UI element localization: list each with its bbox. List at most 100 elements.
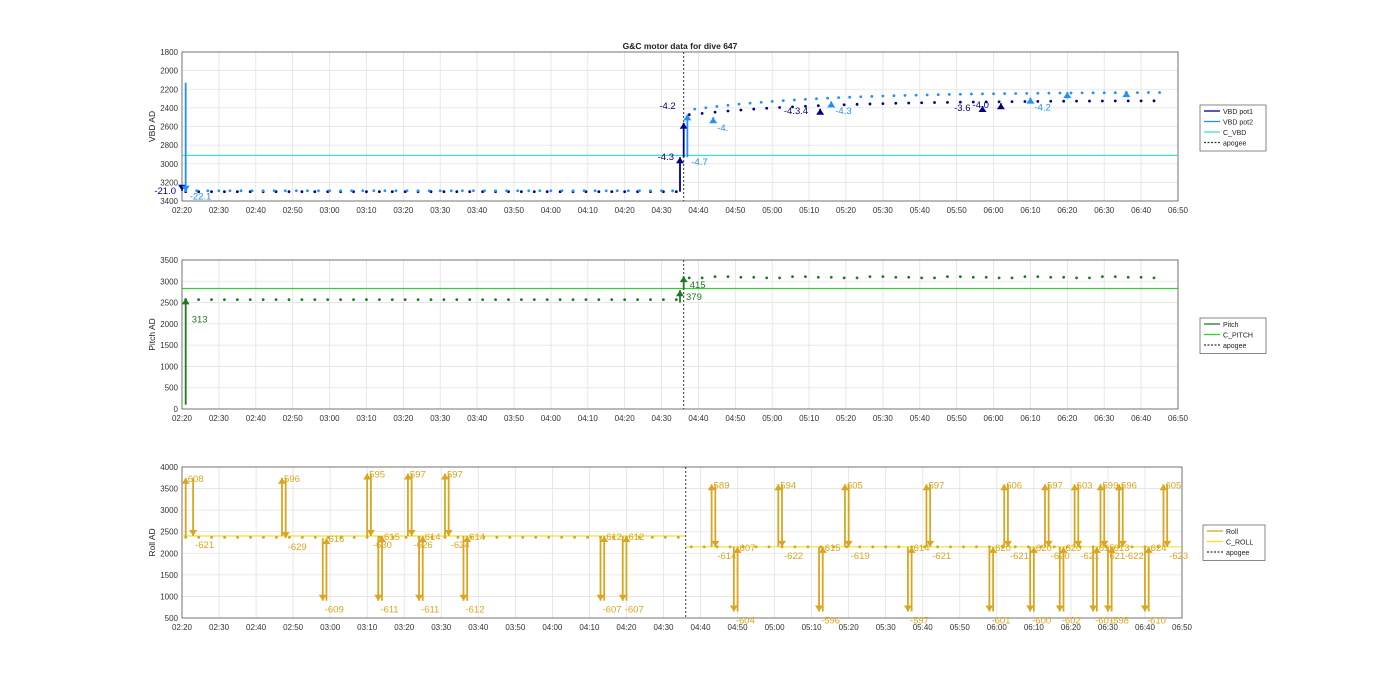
vbd-data-point [372,189,376,193]
vbd-data-point [837,96,841,100]
pitch-data-point [313,298,317,301]
roll-x-tick-label: 04:10 [579,623,600,632]
vbd-x-tick-label: 06:10 [1020,206,1041,215]
pitch-data-point [326,298,330,301]
vbd-y-tick-label: 2200 [160,85,178,94]
pitch-data-point [674,298,678,301]
roll-y-tick-label: 2500 [160,528,178,537]
vbd-data-point [582,189,586,193]
roll-data-point [897,545,901,549]
vbd-move-label: -4.2 [1034,102,1050,113]
pitch-x-tick-label: 06:40 [1131,414,1152,423]
roll-move-label: -622 [784,551,803,562]
vbd-data-point [328,189,331,193]
roll-x-tick-label: 04:20 [616,623,637,632]
vbd-legend-label: VBD pot2 [1223,120,1253,127]
vbd-data-point [1080,91,1084,95]
vbd-data-point [377,190,381,194]
pitch-legend-label: C_PITCH [1223,333,1253,340]
vbd-data-point [416,189,420,193]
vbd-data-point [855,102,859,106]
vbd-data-point [1100,99,1104,103]
roll-data-point [1130,545,1134,549]
roll-data-point [858,545,862,549]
pitch-data-point [1010,276,1014,280]
pitch-data-point [300,298,304,301]
vbd-x-tick-label: 03:30 [430,206,451,215]
vbd-data-point [1014,92,1018,95]
vbd-data-point [765,106,769,110]
pitch-data-point [894,275,898,279]
vbd-data-point [792,98,796,102]
pitch-data-point [1075,276,1078,280]
roll-legend-label: Roll [1226,529,1239,536]
pitch-x-tick-label: 03:30 [430,414,451,423]
vbd-data-point [1088,99,1091,103]
vbd-data-point [726,109,730,113]
vbd-data-point [1102,91,1106,95]
pitch-legend-label: Pitch [1223,322,1239,329]
pitch-x-tick-label: 03:00 [320,414,341,423]
pitch-x-tick-label: 03:40 [467,414,488,423]
roll-move-label: 607 [740,543,756,554]
pitch-x-tick-label: 03:50 [504,414,525,423]
pitch-x-tick-label: 04:00 [541,414,562,423]
vbd-data-point [394,189,398,193]
roll-move-label: -623 [1169,551,1188,562]
roll-y-tick-label: 500 [165,614,179,623]
roll-data-point [521,535,525,539]
vbd-data-point [907,101,911,105]
vbd-data-point [1139,99,1143,103]
vbd-x-tick-label: 02:20 [172,206,193,215]
pitch-move-label: 313 [192,314,208,325]
pitch-x-tick-label: 04:50 [725,414,746,423]
vbd-data-point [455,190,459,194]
vbd-data-point [713,110,717,114]
vbd-x-tick-label: 04:40 [688,206,709,215]
vbd-x-tick-label: 02:40 [246,206,267,215]
vbd-x-tick-label: 02:50 [283,206,304,215]
roll-data-point [184,535,188,539]
roll-data-point [404,535,408,539]
roll-move-label: -609 [325,605,344,616]
vbd-x-tick-label: 05:20 [836,206,857,215]
vbd-data-point [383,189,387,193]
pitch-y-axis-label: Pitch AD [147,318,157,351]
pitch-data-point [920,276,924,280]
pitch-data-point [610,298,614,301]
vbd-data-point [593,189,597,193]
vbd-data-point [726,103,730,107]
vbd-x-tick-label: 03:10 [356,206,377,215]
vbd-x-tick-label: 04:30 [652,206,673,215]
roll-move-label: -600 [1032,616,1051,627]
vbd-data-point [903,93,907,97]
vbd-data-point [870,94,874,98]
roll-x-tick-label: 02:30 [209,623,230,632]
roll-x-tick-label: 02:50 [283,623,304,632]
roll-move-label: 612 [628,532,644,543]
roll-x-tick-label: 03:10 [357,623,378,632]
pitch-data-point [261,298,265,301]
vbd-data-point [306,189,309,193]
roll-y-tick-label: 1000 [160,592,178,601]
vbd-data-point [217,189,221,193]
pitch-data-point [1036,275,1040,279]
roll-move-label: 614 [469,532,485,543]
vbd-data-point [1136,91,1139,94]
roll-move-label: -601 [991,616,1010,627]
vbd-data-point [483,189,486,193]
vbd-data-point [894,101,898,105]
roll-move-label: 608 [188,474,204,485]
vbd-data-point [737,102,741,106]
roll-x-tick-label: 06:50 [1172,623,1193,632]
roll-y-axis-label: Roll AD [147,528,157,556]
pitch-data-point [197,298,201,301]
roll-x-tick-label: 02:20 [172,623,193,632]
pitch-data-point [1088,276,1091,280]
vbd-data-point [920,101,924,105]
pitch-data-point [403,298,407,301]
pitch-y-tick-label: 1500 [160,341,178,350]
pitch-data-point [700,276,704,280]
pitch-data-point [623,298,627,301]
vbd-x-tick-label: 04:10 [578,206,599,215]
